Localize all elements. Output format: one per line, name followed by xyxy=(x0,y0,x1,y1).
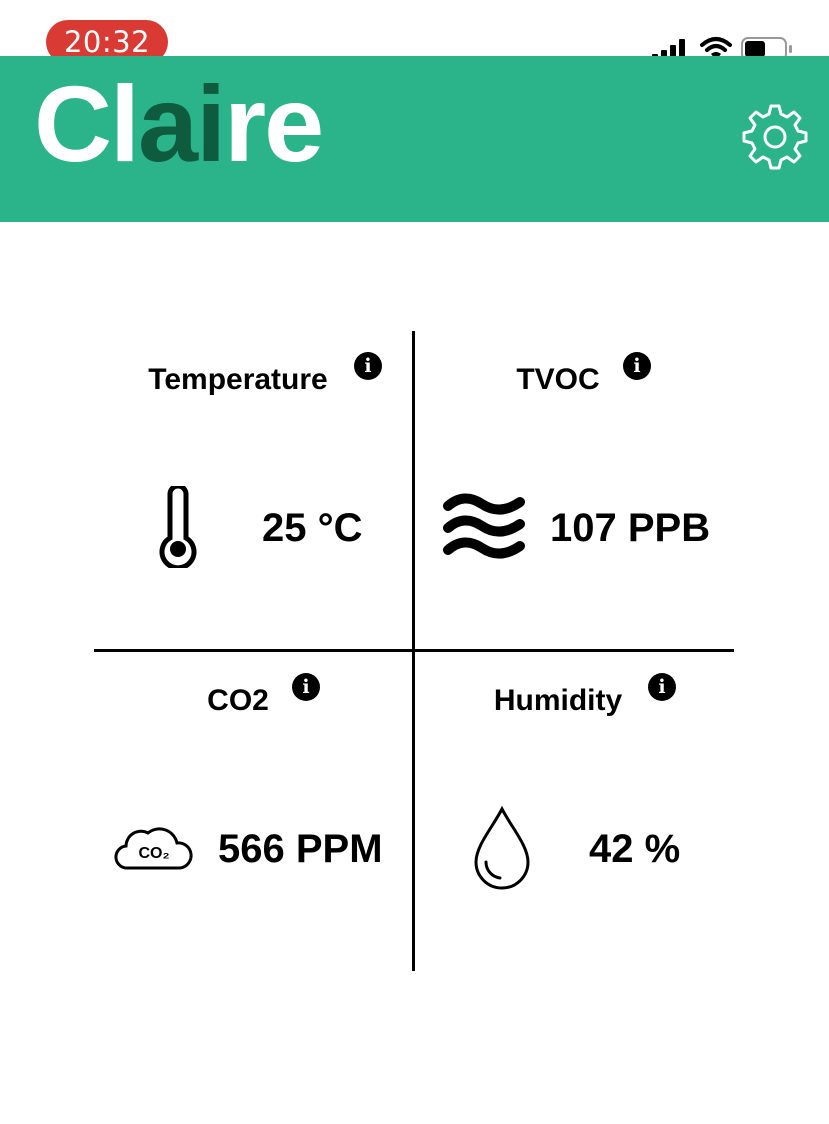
humidity-value: 42 % xyxy=(589,827,681,871)
brand-part-cl: Cl xyxy=(34,63,140,184)
tvoc-title: TVOC xyxy=(516,363,600,396)
tvoc-value: 107 PPB xyxy=(550,506,711,550)
grid-divider-horizontal xyxy=(94,649,734,652)
water-drop-icon xyxy=(474,806,530,890)
co2-cloud-icon: CO₂ xyxy=(114,827,193,870)
co2-info-icon[interactable]: i xyxy=(292,673,320,701)
temperature-title: Temperature xyxy=(148,363,328,396)
co2-icon-label: CO₂ xyxy=(138,845,169,862)
brand-part-ai: ai xyxy=(138,63,226,184)
brand-part-re: re xyxy=(224,63,324,184)
waves-icon xyxy=(443,493,525,559)
thermometer-icon xyxy=(159,486,197,568)
co2-title: CO2 xyxy=(207,684,269,717)
temperature-info-icon[interactable]: i xyxy=(354,352,382,380)
tvoc-info-icon[interactable]: i xyxy=(623,352,651,380)
humidity-info-icon[interactable]: i xyxy=(648,673,676,701)
status-bar: 20:32 xyxy=(0,0,829,64)
temperature-value: 25 °C xyxy=(262,506,363,550)
co2-value: 566 PPM xyxy=(218,827,383,871)
gear-icon[interactable] xyxy=(742,104,808,170)
app-header: Claire xyxy=(0,56,829,222)
app-logo-title: Claire xyxy=(34,70,324,178)
